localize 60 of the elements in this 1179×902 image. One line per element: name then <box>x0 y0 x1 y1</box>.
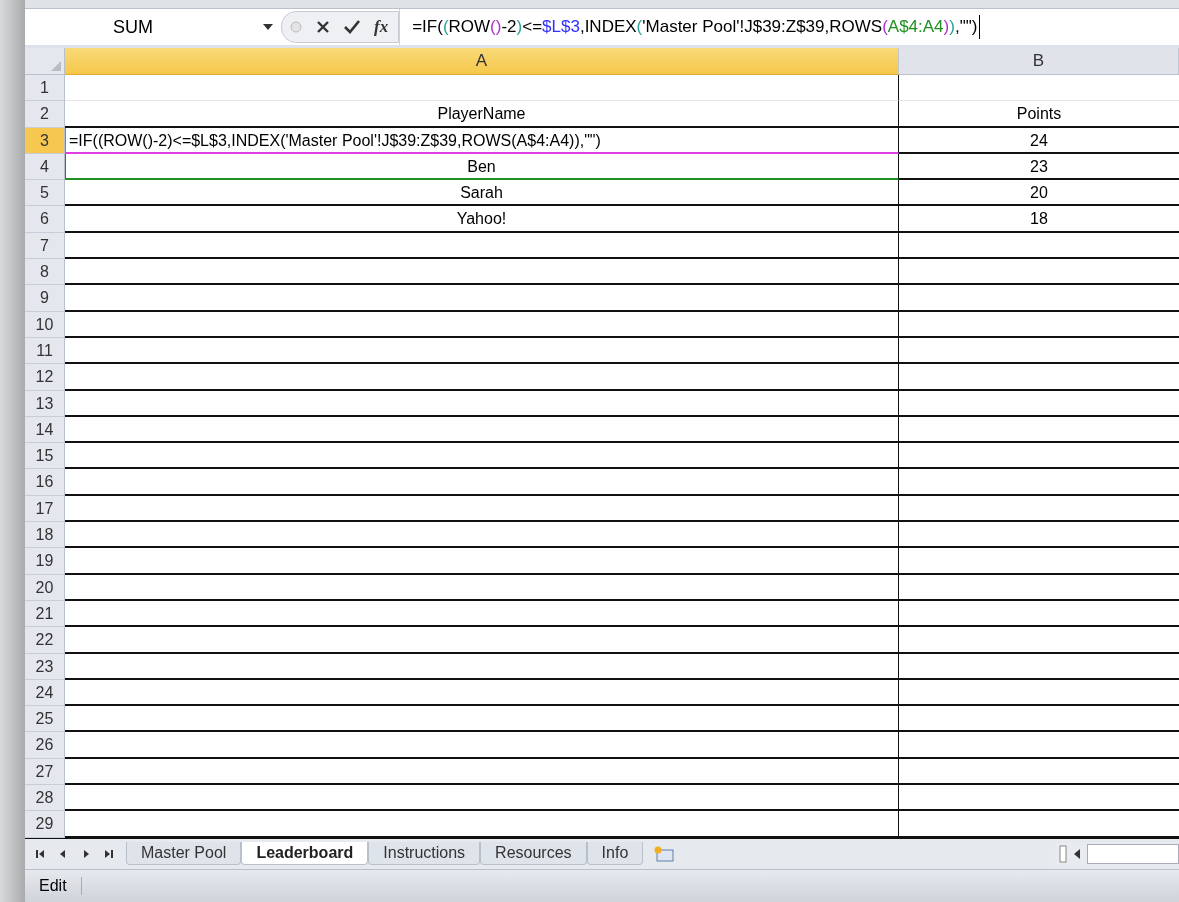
row-header[interactable]: 7 <box>25 232 65 260</box>
table-cell: Sarah <box>65 180 899 207</box>
table-cell: 24 <box>899 127 1179 154</box>
previous-sheet-icon[interactable] <box>58 848 68 859</box>
table-cell: Points <box>899 101 1179 128</box>
row-header[interactable]: 18 <box>25 522 65 549</box>
status-mode: Edit <box>25 876 82 895</box>
table-cell: Ben <box>65 153 899 181</box>
row-header[interactable]: 26 <box>25 732 65 759</box>
sheet-tab[interactable]: Resources <box>480 842 587 866</box>
row-header[interactable]: 15 <box>25 443 65 470</box>
resize-handle-icon[interactable] <box>290 21 302 33</box>
insert-function-button[interactable]: fx <box>374 17 389 37</box>
row-header[interactable]: 11 <box>25 337 65 365</box>
table-cell: 18 <box>899 206 1179 233</box>
row-header[interactable]: 6 <box>25 206 65 233</box>
next-sheet-icon[interactable] <box>81 848 91 859</box>
row-header[interactable]: 1 <box>25 75 65 102</box>
sheet-tab[interactable]: Master Pool <box>126 842 242 866</box>
row-header[interactable]: 24 <box>25 679 65 707</box>
name-box[interactable]: SUM <box>25 9 281 45</box>
row-header[interactable]: 27 <box>25 758 65 785</box>
formula-field[interactable]: =IF((ROW()-2)<=$L$3,INDEX('Master Pool'!J$39:Z$39,ROWS(A$4:A4)),"") <box>399 9 1179 45</box>
row-header[interactable]: 21 <box>25 600 65 628</box>
row-header[interactable]: 14 <box>25 416 65 444</box>
last-sheet-icon[interactable] <box>104 848 114 859</box>
split-handle-icon[interactable] <box>1059 844 1067 863</box>
row-header[interactable]: 20 <box>25 574 65 601</box>
table-cell: Yahoo! <box>65 206 899 233</box>
check-icon[interactable] <box>344 20 360 34</box>
table-cell: PlayerName <box>65 101 899 128</box>
row-header[interactable]: 13 <box>25 390 65 417</box>
row-header[interactable]: 2 <box>25 101 65 128</box>
row-header[interactable]: 25 <box>25 706 65 733</box>
table-cell: =IF((ROW()-2)<=$L$3,INDEX('Master Pool'!J$39:Z$39,ROWS(A$4:A4)),"") <box>65 127 899 154</box>
row-header[interactable]: 10 <box>25 311 65 338</box>
sheet-tab[interactable]: Info <box>586 842 644 866</box>
row-header[interactable]: 23 <box>25 653 65 680</box>
row-header[interactable]: 5 <box>25 180 65 207</box>
row-header[interactable]: 4 <box>25 153 65 181</box>
column-header[interactable]: A <box>65 48 899 75</box>
table-cell: 23 <box>899 153 1179 181</box>
first-sheet-icon[interactable] <box>35 848 45 859</box>
row-header[interactable]: 9 <box>25 285 65 312</box>
row-header[interactable]: 3 <box>25 127 65 154</box>
row-header[interactable]: 8 <box>25 259 65 286</box>
scroll-left-icon[interactable] <box>1073 848 1081 859</box>
row-header[interactable]: 17 <box>25 495 65 523</box>
table-cell: 20 <box>899 180 1179 207</box>
caret-icon <box>263 24 273 30</box>
row-header[interactable]: 29 <box>25 811 65 838</box>
sheet-tab[interactable]: Leaderboard <box>241 842 369 866</box>
row-header[interactable]: 22 <box>25 627 65 654</box>
row-header[interactable]: 19 <box>25 548 65 575</box>
row-header[interactable]: 28 <box>25 785 65 812</box>
row-header[interactable]: 16 <box>25 469 65 496</box>
row-header[interactable]: 12 <box>25 364 65 391</box>
sheet-tab[interactable]: Instructions <box>368 842 481 866</box>
cancel-icon[interactable] <box>316 20 330 34</box>
column-header[interactable]: B <box>899 48 1179 75</box>
